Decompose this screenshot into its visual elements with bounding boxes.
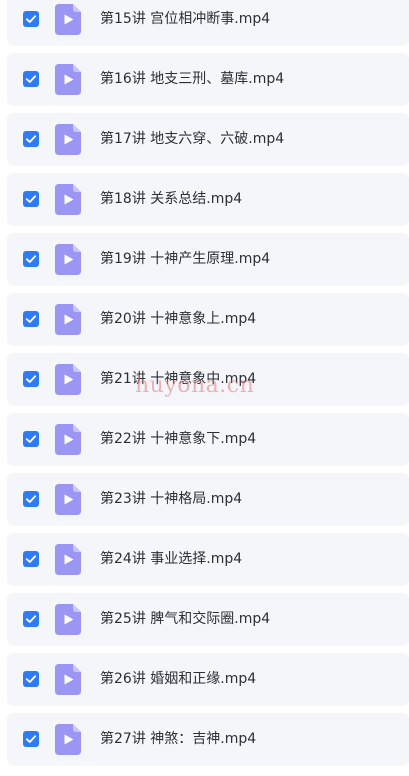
file-checkbox[interactable] [23,371,39,387]
file-name: 第23讲 十神格局.mp4 [100,491,243,507]
video-file-icon [55,724,81,755]
file-row[interactable]: 第26讲 婚姻和正缘.mp4 [7,653,409,706]
file-checkbox[interactable] [23,611,39,627]
checkmark-icon [25,435,37,443]
checkmark-icon [25,135,37,143]
file-row[interactable]: 第17讲 地支六穿、六破.mp4 [7,113,409,166]
video-file-icon [55,484,81,515]
file-row[interactable]: 第18讲 关系总结.mp4 [7,173,409,226]
checkmark-icon [25,675,37,683]
file-name: 第24讲 事业选择.mp4 [100,551,243,567]
file-name: 第17讲 地支六穿、六破.mp4 [100,131,285,147]
file-checkbox[interactable] [23,11,39,27]
file-row[interactable]: 第19讲 十神产生原理.mp4 [7,233,409,286]
checkmark-icon [25,255,37,263]
checkmark-icon [25,375,37,383]
file-checkbox[interactable] [23,431,39,447]
file-checkbox[interactable] [23,671,39,687]
file-checkbox[interactable] [23,731,39,747]
video-file-icon [55,424,81,455]
file-name: 第21讲 十神意象中.mp4 [100,371,257,387]
file-checkbox[interactable] [23,71,39,87]
file-row[interactable]: 第15讲 宫位相冲断事.mp4 [7,0,409,46]
file-name: 第22讲 十神意象下.mp4 [100,431,257,447]
file-name: 第20讲 十神意象上.mp4 [100,311,257,327]
video-file-icon [55,4,81,35]
file-row[interactable]: 第23讲 十神格局.mp4 [7,473,409,526]
file-name: 第18讲 关系总结.mp4 [100,191,243,207]
checkmark-icon [25,195,37,203]
file-checkbox[interactable] [23,551,39,567]
checkmark-icon [25,75,37,83]
file-list: 第15讲 宫位相冲断事.mp4 第16讲 地支三刑、墓库.mp4 第17讲 地支六穿… [0,0,409,773]
file-checkbox[interactable] [23,251,39,267]
file-row[interactable]: 第25讲 脾气和交际圈.mp4 [7,593,409,646]
file-row[interactable]: 第16讲 地支三刑、墓库.mp4 [7,53,409,106]
file-row[interactable]: 第22讲 十神意象下.mp4 [7,413,409,466]
checkmark-icon [25,15,37,23]
video-file-icon [55,184,81,215]
file-name: 第16讲 地支三刑、墓库.mp4 [100,71,285,87]
video-file-icon [55,664,81,695]
file-name: 第26讲 婚姻和正缘.mp4 [100,671,257,687]
video-file-icon [55,64,81,95]
checkmark-icon [25,315,37,323]
file-checkbox[interactable] [23,131,39,147]
video-file-icon [55,364,81,395]
checkmark-icon [25,495,37,503]
file-row[interactable]: 第24讲 事业选择.mp4 [7,533,409,586]
checkmark-icon [25,615,37,623]
video-file-icon [55,604,81,635]
checkmark-icon [25,555,37,563]
file-name: 第25讲 脾气和交际圈.mp4 [100,611,271,627]
video-file-icon [55,124,81,155]
video-file-icon [55,304,81,335]
file-checkbox[interactable] [23,191,39,207]
file-row[interactable]: 第21讲 十神意象中.mp4 [7,353,409,406]
file-name: 第15讲 宫位相冲断事.mp4 [100,11,271,27]
file-checkbox[interactable] [23,491,39,507]
checkmark-icon [25,735,37,743]
file-name: 第19讲 十神产生原理.mp4 [100,251,271,267]
file-row[interactable]: 第20讲 十神意象上.mp4 [7,293,409,346]
file-name: 第27讲 神煞：吉神.mp4 [100,731,257,747]
video-file-icon [55,544,81,575]
video-file-icon [55,244,81,275]
file-checkbox[interactable] [23,311,39,327]
file-row[interactable]: 第27讲 神煞：吉神.mp4 [7,713,409,766]
